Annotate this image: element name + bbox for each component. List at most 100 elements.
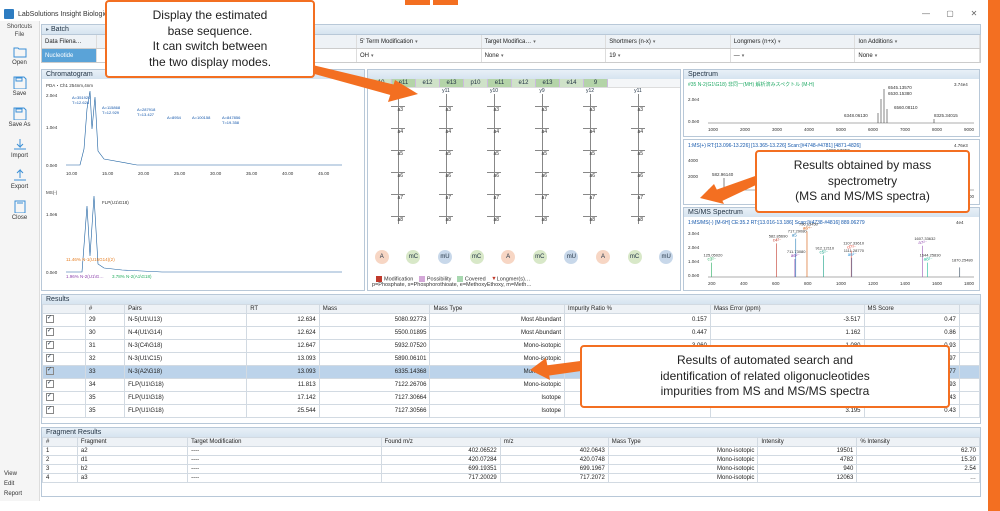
base-mC: mC	[628, 250, 642, 264]
svg-text:6530.15380: 6530.15380	[888, 91, 912, 96]
svg-text:T=19.358: T=19.358	[222, 120, 240, 125]
batch-value-2[interactable]: 19	[606, 49, 731, 62]
save as-icon	[11, 105, 29, 121]
svg-text:2000: 2000	[688, 174, 699, 179]
results-col-0[interactable]	[43, 305, 86, 314]
batch-row-sel[interactable]: Nucleotide	[42, 49, 97, 62]
base-mU: mU	[659, 250, 673, 264]
svg-text:20.00: 20.00	[138, 171, 150, 176]
svg-text:582.85690: 582.85690	[769, 233, 789, 238]
fragment-row[interactable]: 3b2----699.19351699.1967Mono-isotopic940…	[43, 465, 980, 474]
results-col-9[interactable]	[959, 305, 979, 314]
svg-text:1607.33632: 1607.33632	[914, 236, 936, 241]
fragments-col-6[interactable]: Intensity	[758, 438, 857, 447]
row-checkbox[interactable]	[46, 354, 54, 362]
row-checkbox[interactable]	[46, 393, 54, 401]
seq-column-y12: y12a3a4a5a6a7a8	[578, 88, 602, 230]
svg-text:#35 N-2(G1\G18) 非同一(MH) 解析済みスペ: #35 N-2(G1\G18) 非同一(MH) 解析済みスペクトル (M-H)	[688, 81, 815, 88]
svg-text:912.12110: 912.12110	[815, 245, 834, 250]
svg-text:40.00: 40.00	[282, 171, 294, 176]
seq-index-e13: e13	[536, 79, 560, 87]
svg-text:1000: 1000	[836, 281, 847, 286]
batch-value-4[interactable]: None	[855, 49, 980, 62]
svg-text:0.0e0: 0.0e0	[688, 119, 700, 124]
svg-text:3.74e4: 3.74e4	[954, 82, 968, 87]
batch-header-4[interactable]: Ion Additions	[855, 35, 980, 48]
fragment-row[interactable]: 4a3----717.20029717.2072Mono-isotopic120…	[43, 474, 980, 483]
sidebar-item-save-as[interactable]: Save As	[0, 101, 39, 132]
window-minimize-button[interactable]: —	[914, 6, 938, 20]
base-mC: mC	[406, 250, 420, 264]
fragment-row[interactable]: 1a2----402.06522402.0643Mono-isotopic195…	[43, 447, 980, 456]
svg-text:T=13.427: T=13.427	[137, 112, 155, 117]
results-col-7[interactable]: Mass Error (ppm)	[710, 305, 864, 314]
sidebar-item-import[interactable]: Import	[0, 132, 39, 163]
results-col-2[interactable]: Pairs	[125, 305, 247, 314]
fragments-col-5[interactable]: Mass Type	[608, 438, 758, 447]
seq-index-9: 9	[584, 79, 608, 87]
fragment-table[interactable]: #FragmentTarget ModificationFound m/zm/z…	[42, 437, 980, 483]
results-col-4[interactable]: Mass	[319, 305, 430, 314]
svg-text:5000: 5000	[836, 127, 847, 132]
row-checkbox[interactable]	[46, 341, 54, 349]
svg-text:1870.25480: 1870.25480	[952, 257, 974, 262]
msms-chart: 1:MS/MS(-) [M-6H] CE:35.2 RT:[13.016-13.…	[684, 217, 981, 289]
sequence-panel: p10e11e12e13p10e11e12e13e149 y12a3a4a5a6…	[367, 69, 681, 291]
sidebar-item-save[interactable]: Save	[0, 70, 39, 101]
batch-header-0[interactable]: 5' Term Modification	[357, 35, 482, 48]
fragments-col-4[interactable]: m/z	[500, 438, 608, 447]
row-checkbox[interactable]	[46, 367, 54, 375]
svg-text:800: 800	[804, 281, 812, 286]
svg-text:2.0e4: 2.0e4	[688, 245, 700, 250]
row-checkbox[interactable]	[46, 328, 54, 336]
svg-text:9000: 9000	[964, 127, 975, 132]
fragments-col-1[interactable]: Fragment	[77, 438, 187, 447]
sequence-legend: Modification Possibility Covered ▼Longme…	[372, 276, 532, 288]
fragment-header[interactable]: Fragment Results	[42, 428, 980, 437]
seq-column-y11: y11a3a4a5a6a7a8	[434, 88, 458, 230]
fragment-row[interactable]: 2d1----420.07284420.0748Mono-isotopic478…	[43, 456, 980, 465]
base-A: A	[596, 250, 610, 264]
results-col-5[interactable]: Mass Type	[430, 305, 565, 314]
window-maximize-button[interactable]: ▢	[938, 6, 962, 20]
fragments-col-7[interactable]: % Intensity	[857, 438, 980, 447]
batch-header-2[interactable]: Shortmers (n-x)	[606, 35, 731, 48]
sidebar-section-view[interactable]: View	[0, 469, 40, 479]
spectrum-header[interactable]: Spectrum	[684, 70, 979, 79]
results-col-1[interactable]: #	[85, 305, 124, 314]
app-icon	[4, 9, 14, 19]
batch-header-3[interactable]: Longmers (n+x)	[731, 35, 856, 48]
results-col-8[interactable]: MS Score	[864, 305, 959, 314]
batch-value-3[interactable]: —	[731, 49, 856, 62]
svg-text:1800: 1800	[964, 281, 975, 286]
sidebar-item-close[interactable]: Close	[0, 194, 39, 225]
fragments-col-3[interactable]: Found m/z	[381, 438, 500, 447]
fragments-col-2[interactable]: Target Modification	[188, 438, 381, 447]
svg-text:400: 400	[740, 281, 748, 286]
batch-value-1[interactable]: None	[482, 49, 607, 62]
row-checkbox[interactable]	[46, 406, 54, 414]
seq-column-y9: y9a3a4a5a6a7a8	[530, 88, 554, 230]
batch-header-1[interactable]: Target Modifica…	[482, 35, 607, 48]
base-A: A	[501, 250, 515, 264]
results-row[interactable]: 30N-4(U1\G14)12.6245500.01895Most Abunda…	[43, 327, 980, 340]
row-checkbox[interactable]	[46, 315, 54, 323]
svg-text:4000: 4000	[804, 127, 815, 132]
fragments-col-0[interactable]: #	[43, 438, 78, 447]
results-col-6[interactable]: Impurity Ratio %	[565, 305, 711, 314]
svg-text:4e4: 4e4	[956, 220, 964, 225]
results-header[interactable]: Results	[42, 295, 980, 304]
row-checkbox[interactable]	[46, 380, 54, 388]
sidebar-section-edit[interactable]: Edit	[0, 479, 40, 489]
svg-text:2.0e4: 2.0e4	[688, 97, 700, 102]
sidebar-item-open[interactable]: Open	[0, 39, 39, 70]
svg-text:45.00: 45.00	[318, 171, 330, 176]
batch-value-0[interactable]: OH	[357, 49, 482, 62]
window-close-button[interactable]: ✕	[962, 6, 986, 20]
sidebar: Shortcuts File OpenSaveSave AsImportExpo…	[0, 21, 40, 501]
results-row[interactable]: 29N-5(U1\U13)12.6345080.92773Most Abunda…	[43, 314, 980, 327]
sidebar-item-export[interactable]: Export	[0, 163, 39, 194]
results-col-3[interactable]: RT	[247, 305, 320, 314]
sidebar-section-report[interactable]: Report	[0, 489, 40, 499]
svg-text:1.0e6: 1.0e6	[46, 212, 58, 217]
